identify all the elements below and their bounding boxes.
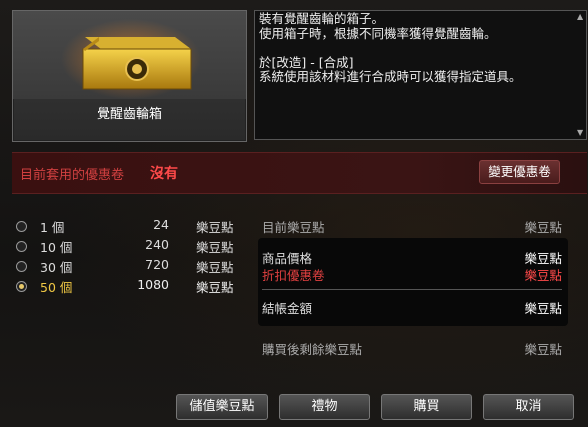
item-name: 覺醒齒輪箱 [96,107,162,122]
discount-label: 折扣優惠卷 [262,268,325,283]
option-qty: 30 個 [40,260,73,275]
option-price: 240 [145,237,169,252]
coupon-label: 目前套用的優惠卷 [20,168,125,183]
option-unit: 樂豆點 [196,260,234,275]
divider [262,289,562,290]
current-points-value: 樂豆點 [524,220,562,235]
scroll-down-icon[interactable]: ▼ [577,128,584,137]
radio-button[interactable] [16,241,27,252]
option-30[interactable]: 30 個 720 樂豆點 [14,257,244,275]
option-unit: 樂豆點 [196,220,234,235]
option-price: 720 [145,257,169,272]
discount-value: 樂豆點 [524,268,562,283]
radio-button-selected[interactable] [16,281,27,292]
item-image [13,11,246,99]
total-value: 樂豆點 [524,301,562,316]
change-coupon-button[interactable]: 變更優惠卷 [479,160,560,184]
remaining-value: 樂豆點 [524,342,562,357]
buy-button[interactable]: 購買 [381,394,472,420]
gear-box-icon [61,19,201,99]
option-qty: 50 個 [40,280,73,295]
option-10[interactable]: 10 個 240 樂豆點 [14,237,244,255]
current-points-label: 目前樂豆點 [262,220,325,235]
item-card: 覺醒齒輪箱 [12,10,247,142]
coupon-value: 沒有 [150,166,178,182]
total-label: 結帳金額 [262,301,313,316]
item-description: 裝有覺醒齒輪的箱子。 使用箱子時，根據不同機率獲得覺醒齒輪。 於[改造] - [… [254,10,587,140]
scroll-up-icon[interactable]: ▲ [577,12,584,21]
option-unit: 樂豆點 [196,240,234,255]
option-1[interactable]: 1 個 24 樂豆點 [14,217,244,235]
option-qty: 1 個 [40,220,65,235]
option-qty: 10 個 [40,240,73,255]
cancel-button[interactable]: 取消 [483,394,574,420]
radio-button[interactable] [16,261,27,272]
gift-button[interactable]: 禮物 [279,394,370,420]
option-50[interactable]: 50 個 1080 樂豆點 [14,277,244,295]
option-price: 24 [153,217,169,232]
option-price: 1080 [137,277,169,292]
option-unit: 樂豆點 [196,280,234,295]
radio-button[interactable] [16,221,27,232]
remaining-label: 購買後剩餘樂豆點 [262,342,363,357]
charge-points-button[interactable]: 儲值樂豆點 [176,394,268,420]
